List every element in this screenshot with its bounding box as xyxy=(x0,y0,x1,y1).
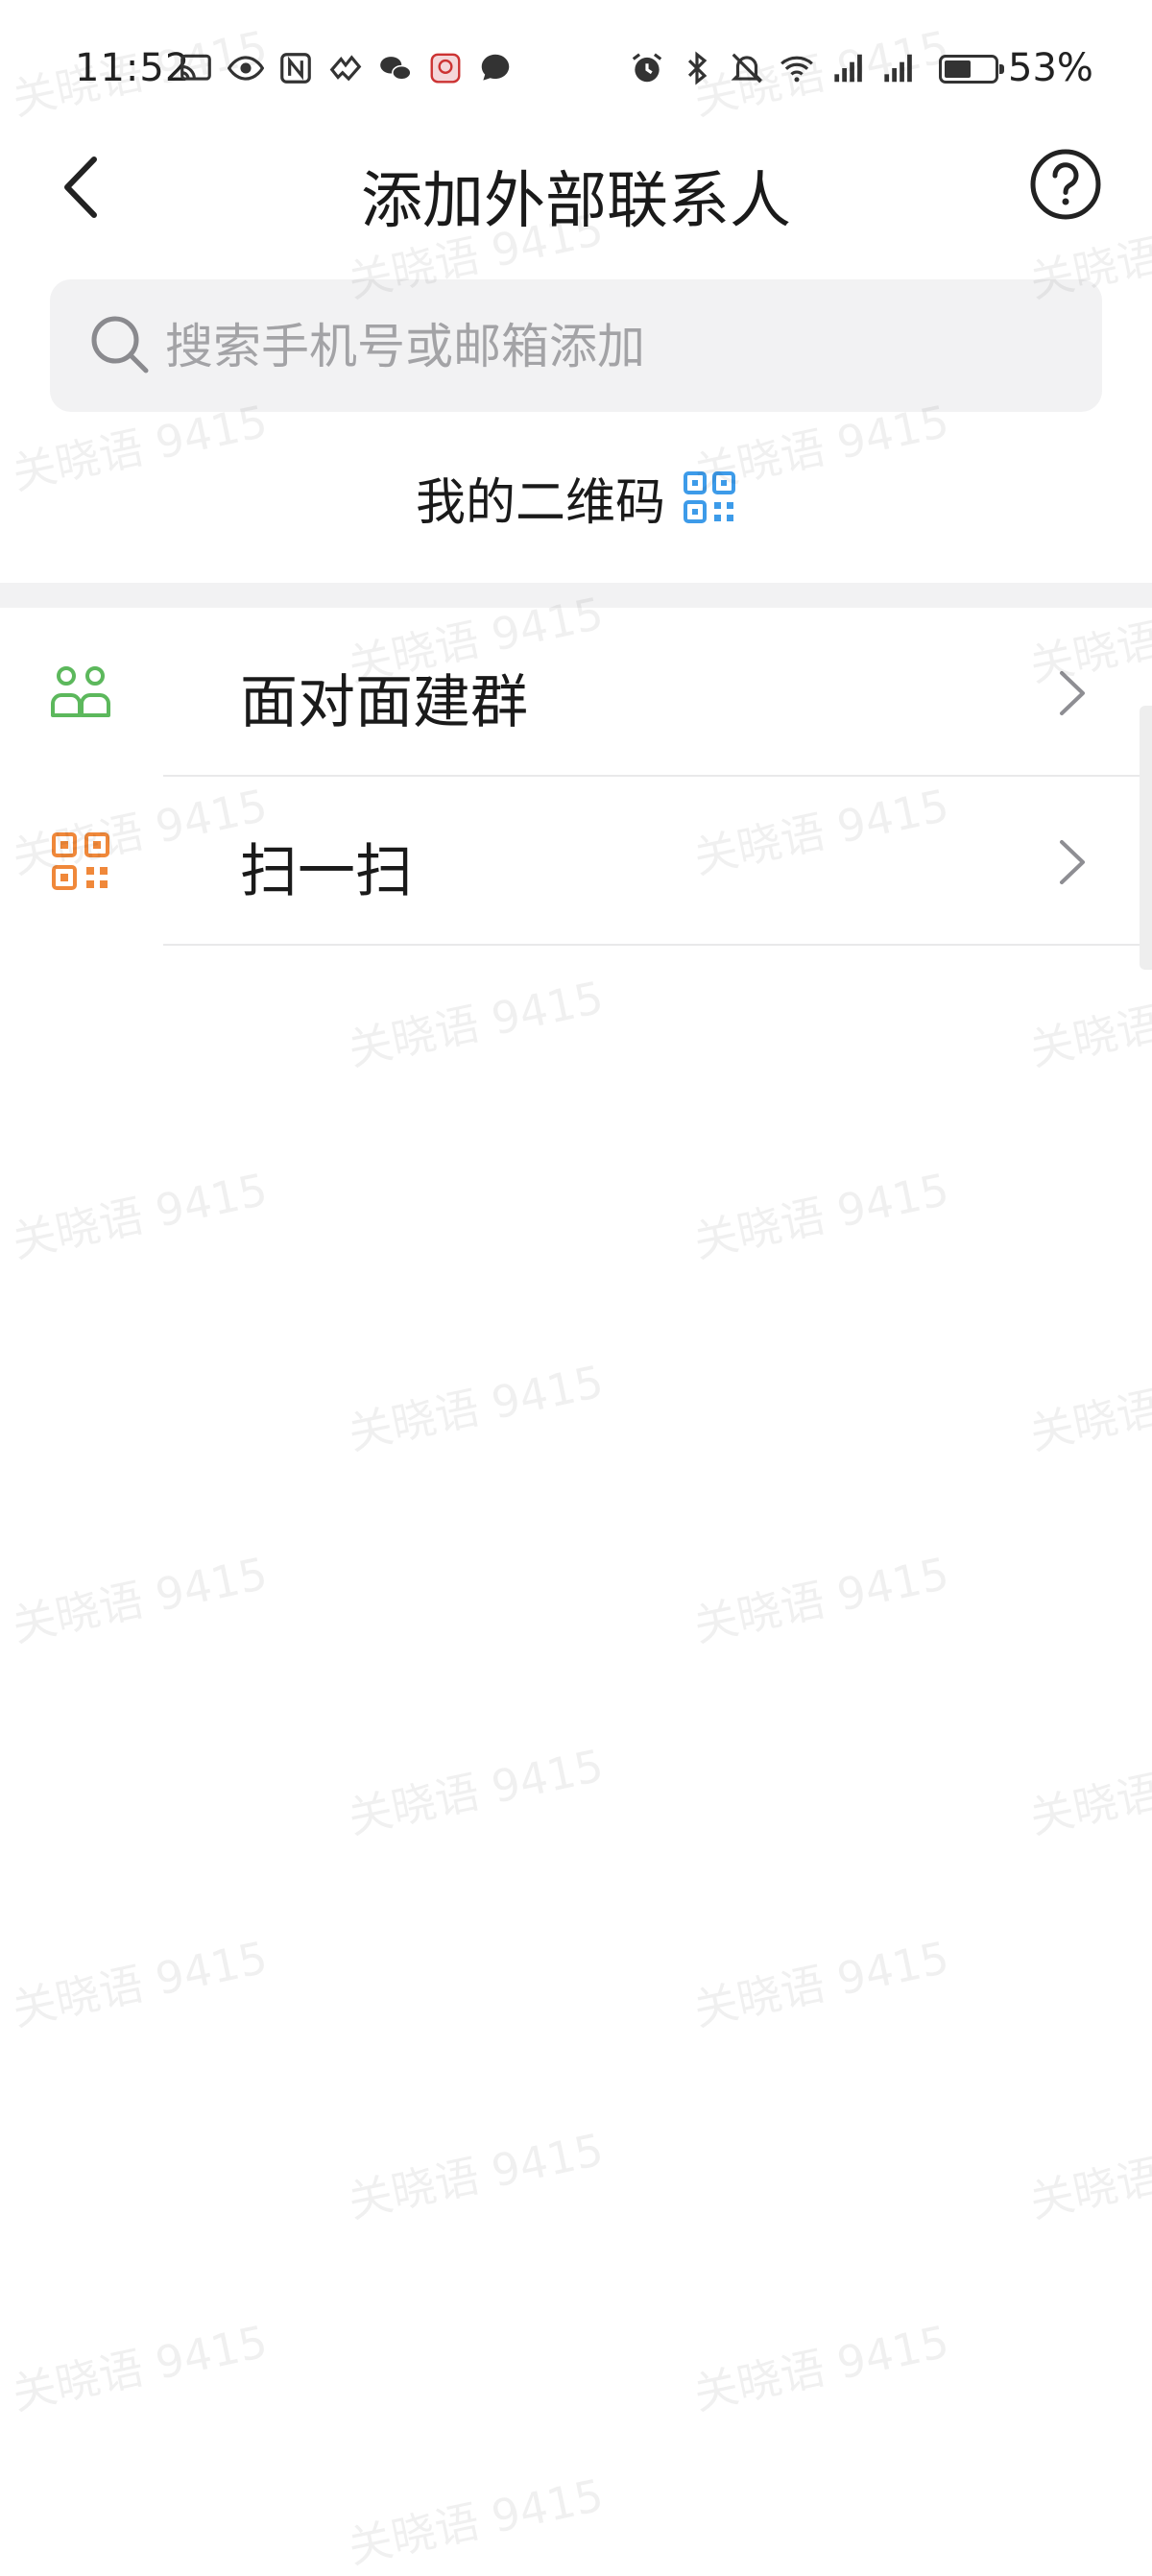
battery-icon xyxy=(939,55,1004,84)
watermark: 关晓语 9415 xyxy=(343,971,608,1076)
watermark: 关晓语 9415 xyxy=(688,1931,953,2036)
watermark: 关晓语 9415 xyxy=(1024,1739,1152,1844)
menu-item-label: 面对面建群 xyxy=(240,669,528,736)
divider xyxy=(163,944,1152,946)
message-icon xyxy=(481,54,510,81)
my-qr-code-label: 我的二维码 xyxy=(415,473,665,532)
face-to-face-group-item[interactable]: 面对面建群 xyxy=(0,608,1152,777)
menu-item-label: 扫一扫 xyxy=(240,838,413,905)
people-group-icon xyxy=(51,666,110,717)
watermark: 关晓语 9415 xyxy=(7,1931,272,2036)
scan-item[interactable]: 扫一扫 xyxy=(0,777,1152,946)
mute-icon xyxy=(731,53,763,84)
help-icon[interactable] xyxy=(1029,148,1102,221)
page-title: 添加外部联系人 xyxy=(361,166,791,237)
search-icon xyxy=(91,316,149,373)
qr-code-icon xyxy=(684,471,735,523)
watermark: 关晓语 9415 xyxy=(688,1547,953,1652)
cast-icon xyxy=(180,54,211,81)
search-box[interactable] xyxy=(50,279,1102,412)
status-bar: 11:52 53% xyxy=(0,0,1152,134)
my-qr-code-button[interactable]: 我的二维码 xyxy=(0,459,1152,536)
watermark: 关晓语 9415 xyxy=(7,2315,272,2420)
watermark: 关晓语 9415 xyxy=(1024,2123,1152,2228)
watermark: 关晓语 9415 xyxy=(7,1547,272,1652)
signal-5g-icon xyxy=(834,54,862,83)
battery-percentage: 53% xyxy=(1008,46,1093,90)
watermark: 关晓语 9415 xyxy=(343,2123,608,2228)
wifi-icon xyxy=(780,56,813,83)
alarm-icon xyxy=(632,53,662,83)
nfc-icon xyxy=(280,53,311,84)
scan-qr-icon xyxy=(52,832,109,890)
scroll-indicator[interactable] xyxy=(1140,706,1152,970)
eye-icon xyxy=(228,56,264,81)
section-divider xyxy=(0,583,1152,608)
status-left-icons xyxy=(178,50,514,86)
status-right-icons xyxy=(629,50,915,86)
watermark: 关晓语 9415 xyxy=(343,1739,608,1844)
chevron-right-icon xyxy=(1060,840,1085,884)
watermark: 关晓语 9415 xyxy=(688,2315,953,2420)
menu-list: 面对面建群 扫一扫 xyxy=(0,608,1152,946)
wechat-icon xyxy=(380,57,412,81)
watermark: 关晓语 9415 xyxy=(1024,1355,1152,1460)
watermark: 关晓语 9415 xyxy=(7,1163,272,1268)
watermark: 关晓语 9415 xyxy=(343,1355,608,1460)
signal-5g-icon-2 xyxy=(884,54,912,83)
watermark: 关晓语 9415 xyxy=(1024,971,1152,1076)
search-input[interactable] xyxy=(163,308,1031,385)
status-time: 11:52 xyxy=(75,46,191,90)
bluetooth-icon xyxy=(687,51,708,85)
watermark: 关晓语 9415 xyxy=(343,2468,608,2574)
watermark: 关晓语 9415 xyxy=(688,1163,953,1268)
nav-bar: 添加外部联系人 xyxy=(0,134,1152,240)
health-icon xyxy=(329,55,362,82)
chevron-right-icon xyxy=(1060,671,1085,715)
app-notification-icon xyxy=(430,53,461,84)
